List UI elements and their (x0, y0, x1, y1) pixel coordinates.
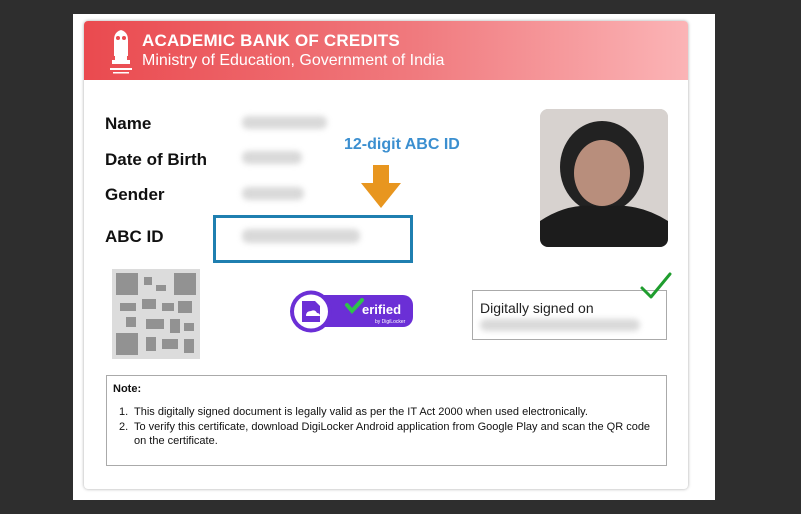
abc-id-card: ACADEMIC BANK OF CREDITS Ministry of Edu… (84, 21, 688, 489)
note-item-text: To verify this certificate, download Dig… (134, 421, 651, 447)
arrow-down-icon (361, 165, 401, 208)
note-item-number: 1. (119, 406, 129, 418)
dob-value-redacted (242, 151, 302, 164)
note-item: 1. This digitally signed document is lega… (119, 405, 649, 419)
national-emblem-icon (110, 30, 132, 74)
signature-label: Digitally signed on (480, 300, 594, 316)
profile-photo (540, 109, 668, 247)
badge-verified-text: erified (362, 302, 401, 317)
abc-id-callout: 12-digit ABC ID (344, 136, 460, 153)
header-title: ACADEMIC BANK OF CREDITS (142, 31, 400, 50)
card-header: ACADEMIC BANK OF CREDITS Ministry of Edu… (84, 21, 688, 80)
gender-label: Gender (105, 185, 165, 204)
name-value-redacted (242, 116, 327, 129)
signature-timestamp-redacted (480, 319, 640, 331)
digital-signature-box: Digitally signed on (472, 290, 667, 340)
abc-id-highlight-box (213, 215, 413, 263)
qr-code-image (112, 269, 200, 359)
person-silhouette-icon (540, 109, 668, 247)
note-title: Note: (113, 383, 142, 395)
note-item-number: 2. (119, 421, 129, 433)
note-item-text: This digitally signed document is legall… (134, 406, 588, 418)
badge-subtext: by DigiLocker (375, 319, 406, 325)
header-subtitle: Ministry of Education, Government of Ind… (142, 52, 445, 69)
gender-value-redacted (242, 187, 304, 200)
note-box: Note: 1. This digitally signed document i… (106, 375, 667, 466)
digilocker-verified-badge: erified by DigiLocker (290, 290, 413, 333)
name-label: Name (105, 114, 152, 133)
checkmark-icon (640, 272, 672, 299)
dob-label: Date of Birth (105, 150, 207, 169)
abc-id-label: ABC ID (105, 227, 164, 246)
note-item: 2. To verify this certificate, download D… (119, 420, 664, 448)
